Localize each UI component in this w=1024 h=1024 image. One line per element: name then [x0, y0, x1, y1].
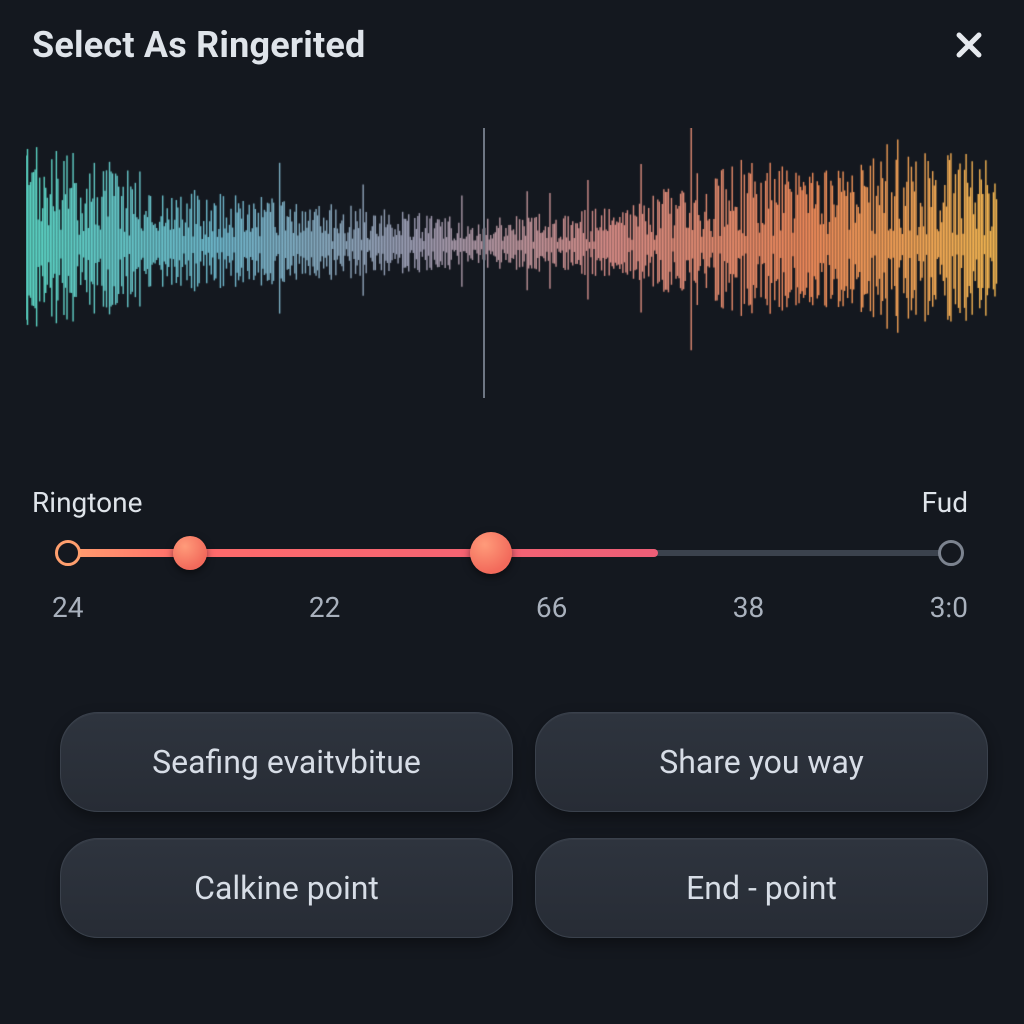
ringtone-editor-screen: Select As Ringerited Ringtone Fud 24 22 [0, 0, 1024, 1024]
tick-1: 22 [309, 591, 340, 624]
button-share[interactable]: Share you way [535, 712, 988, 812]
action-buttons: Seafing evaitvbitue Share you way Calkin… [26, 712, 998, 938]
slider-labels: Ringtone Fud [30, 486, 970, 537]
slider-fill-b [188, 549, 658, 557]
close-button[interactable] [946, 22, 992, 68]
tick-3: 38 [733, 591, 764, 624]
tick-4: 3:0 [930, 591, 968, 624]
waveform-canvas[interactable] [26, 128, 998, 408]
page-title: Select As Ringerited [32, 24, 365, 66]
slider-left-label: Ringtone [32, 486, 142, 519]
waveform-panel[interactable] [26, 128, 998, 408]
slider-handle-2[interactable] [470, 532, 512, 574]
button-calkine-point[interactable]: Calkine point [60, 838, 513, 938]
slider-right-label: Fud [922, 486, 968, 519]
button-end-point[interactable]: End - point [535, 838, 988, 938]
slider-start-ring[interactable] [55, 540, 81, 566]
trim-slider[interactable] [30, 537, 970, 569]
slider-ticks: 24 22 66 38 3:0 [30, 591, 970, 624]
trim-slider-section: Ringtone Fud 24 22 66 38 3:0 [26, 486, 998, 624]
slider-end-ring[interactable] [938, 540, 964, 566]
playhead-line[interactable] [483, 128, 485, 398]
close-icon [952, 28, 986, 62]
slider-fill-a [68, 549, 188, 557]
tick-0: 24 [52, 591, 83, 624]
button-seafing[interactable]: Seafing evaitvbitue [60, 712, 513, 812]
slider-handle-1[interactable] [173, 536, 207, 570]
tick-2: 66 [536, 591, 567, 624]
header-bar: Select As Ringerited [26, 22, 998, 68]
